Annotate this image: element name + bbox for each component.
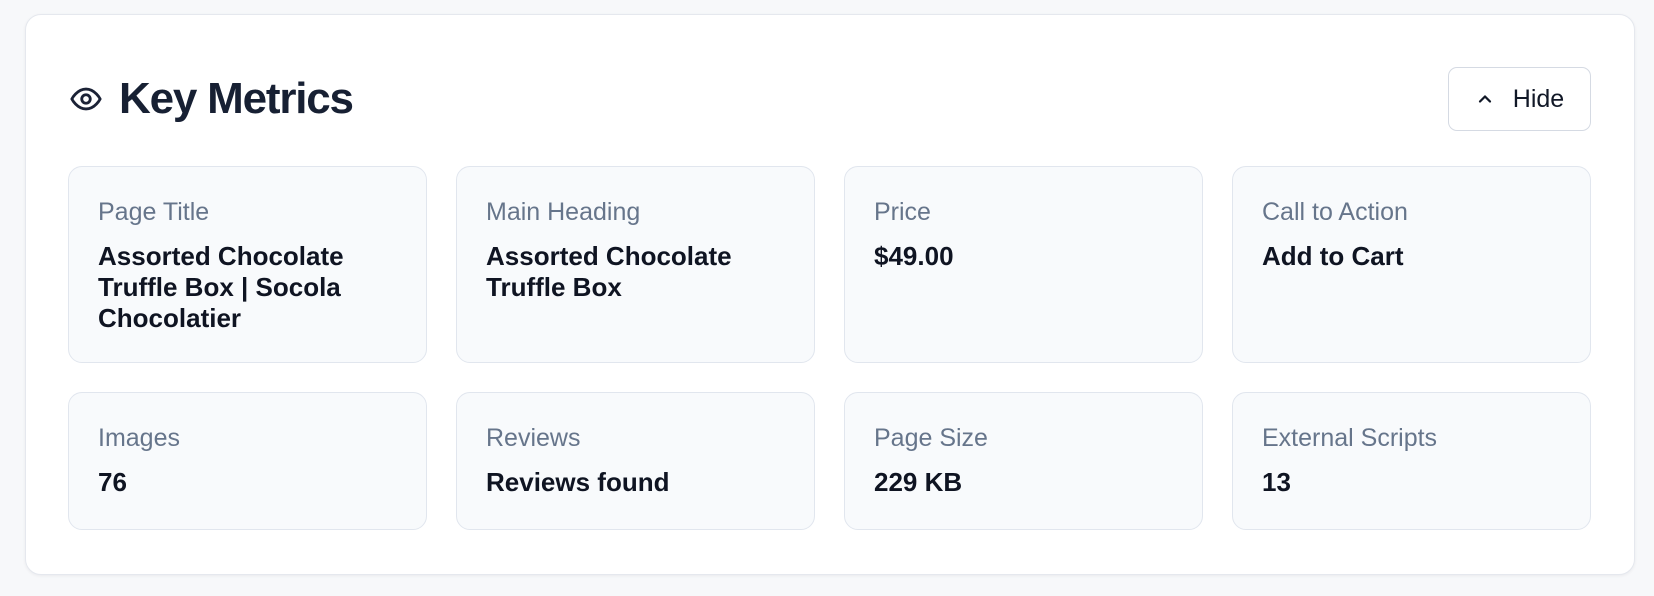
key-metrics-panel: Key Metrics Hide Page Title Assorted Cho… — [25, 14, 1635, 575]
page-title: Key Metrics — [119, 74, 354, 123]
metrics-grid: Page Title Assorted Chocolate Truffle Bo… — [68, 166, 1594, 530]
metric-label: Images — [98, 424, 180, 452]
metric-value: Add to Cart — [1262, 241, 1404, 271]
metric-label: Page Title — [98, 198, 210, 226]
metric-value: 13 — [1262, 467, 1291, 497]
chevron-up-icon — [1475, 89, 1495, 109]
metric-label: Page Size — [874, 424, 988, 452]
metric-card-page-title: Page Title Assorted Chocolate Truffle Bo… — [68, 166, 427, 363]
hide-button-label: Hide — [1512, 84, 1565, 113]
metric-label: Main Heading — [486, 198, 641, 226]
metric-value: Reviews found — [486, 467, 670, 497]
metric-value: 229 KB — [874, 467, 963, 497]
metric-label: External Scripts — [1262, 424, 1438, 452]
metric-card-main-heading: Main Heading Assorted Chocolate Truffle … — [456, 166, 815, 363]
metric-card-page-size: Page Size 229 KB — [844, 392, 1203, 530]
title-wrap: Key Metrics — [69, 74, 354, 123]
metric-label: Call to Action — [1262, 198, 1408, 226]
metric-value: $49.00 — [874, 241, 954, 271]
metric-value: Assorted Chocolate Truffle Box — [486, 241, 732, 302]
metric-value: Assorted Chocolate Truffle Box | Socola … — [98, 241, 344, 333]
metric-card-price: Price $49.00 — [844, 166, 1203, 363]
hide-button[interactable]: Hide — [1448, 67, 1591, 131]
metric-value: 76 — [98, 467, 127, 497]
panel-header: Key Metrics Hide — [69, 67, 1591, 131]
metric-label: Price — [874, 198, 931, 226]
metric-card-call-to-action: Call to Action Add to Cart — [1232, 166, 1591, 363]
metric-card-external-scripts: External Scripts 13 — [1232, 392, 1591, 530]
metric-card-images: Images 76 — [68, 392, 427, 530]
metric-label: Reviews — [486, 424, 581, 452]
metric-card-reviews: Reviews Reviews found — [456, 392, 815, 530]
eye-icon — [69, 82, 103, 116]
